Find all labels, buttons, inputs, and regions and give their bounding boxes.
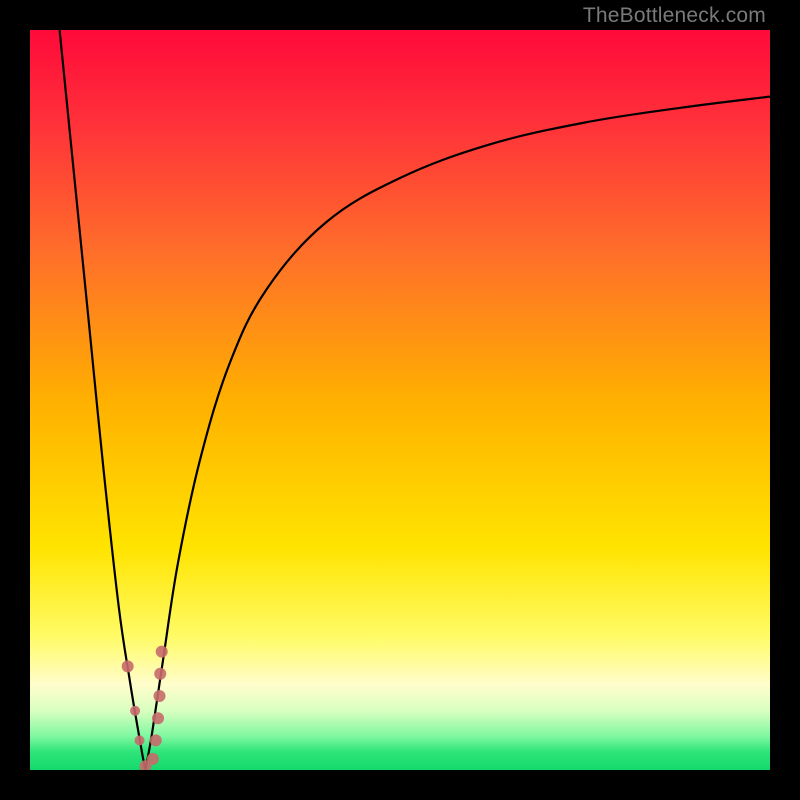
- valley-dot: [152, 712, 164, 724]
- chart-frame: TheBottleneck.com: [0, 0, 800, 800]
- right-branch-curve: [145, 97, 770, 770]
- valley-dots-group: [122, 646, 168, 770]
- valley-dot: [154, 668, 166, 680]
- left-branch-curve: [60, 30, 146, 770]
- valley-dot: [135, 735, 145, 745]
- valley-dot: [147, 753, 159, 765]
- valley-dot: [154, 690, 166, 702]
- plot-area: [30, 30, 770, 770]
- valley-dot: [122, 660, 134, 672]
- valley-dot: [130, 706, 140, 716]
- valley-dot: [150, 734, 162, 746]
- watermark-text: TheBottleneck.com: [583, 4, 766, 28]
- curve-layer: [30, 30, 770, 770]
- valley-dot: [156, 646, 168, 658]
